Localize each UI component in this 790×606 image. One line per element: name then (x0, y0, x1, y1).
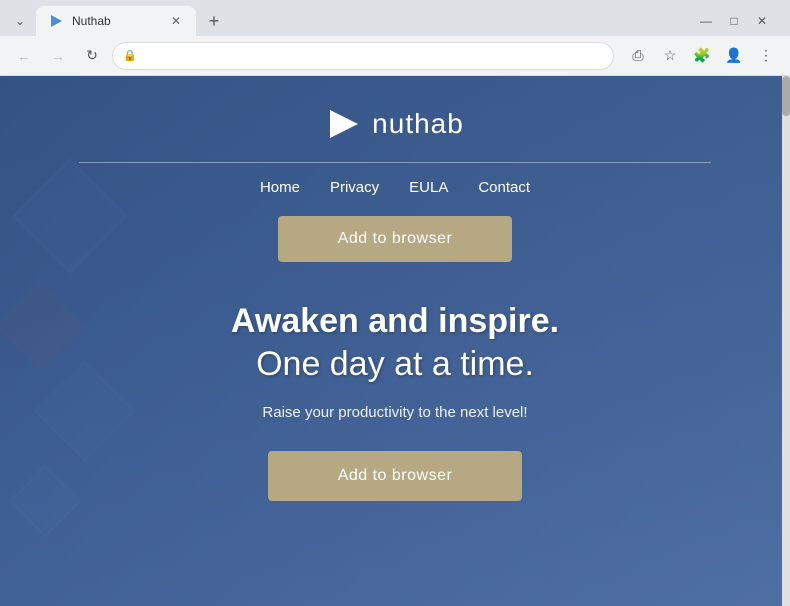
logo-area: nuthab (326, 106, 464, 142)
tab-title: Nuthab (72, 14, 160, 28)
browser-frame: ⌄ Nuthab ✕ + — □ ✕ ← → ↻ 🔒 ⎙ ☆ 🧩 (0, 0, 790, 606)
share-icon[interactable]: ⎙ (624, 42, 652, 70)
add-to-browser-top-button[interactable]: Add to browser (278, 216, 513, 262)
tab-bar: ⌄ Nuthab ✕ + — □ ✕ (0, 0, 790, 36)
add-to-browser-bottom-button[interactable]: Add to browser (268, 451, 523, 501)
close-button[interactable]: ✕ (750, 11, 774, 31)
hero-text: Awaken and inspire. One day at a time. R… (0, 262, 790, 501)
scrollbar[interactable] (782, 76, 790, 606)
hero-headline: Awaken and inspire. (231, 302, 559, 341)
nav-privacy[interactable]: Privacy (330, 179, 379, 196)
header-top: nuthab Home Privacy EULA Contact Add to … (0, 76, 790, 262)
back-button[interactable]: ← (10, 42, 38, 70)
nav-eula[interactable]: EULA (409, 179, 448, 196)
url-bar[interactable]: 🔒 (112, 42, 614, 70)
page-content: nuthab Home Privacy EULA Contact Add to … (0, 76, 790, 606)
hero-subheadline: One day at a time. (256, 345, 534, 384)
lock-icon: 🔒 (123, 49, 137, 62)
header-divider (79, 162, 711, 163)
menu-icon[interactable]: ⋮ (752, 42, 780, 70)
nav-links: Home Privacy EULA Contact (260, 179, 530, 196)
toolbar-icons: ⎙ ☆ 🧩 👤 ⋮ (624, 42, 780, 70)
logo-text: nuthab (372, 108, 464, 140)
extensions-icon[interactable]: 🧩 (688, 42, 716, 70)
active-tab[interactable]: Nuthab ✕ (36, 6, 196, 36)
new-tab-button[interactable]: + (200, 7, 228, 35)
nav-home[interactable]: Home (260, 179, 300, 196)
scrollbar-thumb[interactable] (782, 76, 790, 116)
refresh-button[interactable]: ↻ (78, 42, 106, 70)
forward-button[interactable]: → (44, 42, 72, 70)
profile-icon[interactable]: 👤 (720, 42, 748, 70)
bookmark-icon[interactable]: ☆ (656, 42, 684, 70)
logo-icon (326, 106, 362, 142)
tab-favicon (48, 13, 64, 29)
tab-list-button[interactable]: ⌄ (8, 11, 32, 31)
nav-contact[interactable]: Contact (478, 179, 530, 196)
maximize-button[interactable]: □ (722, 11, 746, 31)
window-controls: — □ ✕ (694, 11, 782, 31)
tab-close-button[interactable]: ✕ (168, 13, 184, 29)
minimize-button[interactable]: — (694, 11, 718, 31)
address-bar: ← → ↻ 🔒 ⎙ ☆ 🧩 👤 ⋮ (0, 36, 790, 76)
hero-tagline: Raise your productivity to the next leve… (262, 404, 527, 421)
